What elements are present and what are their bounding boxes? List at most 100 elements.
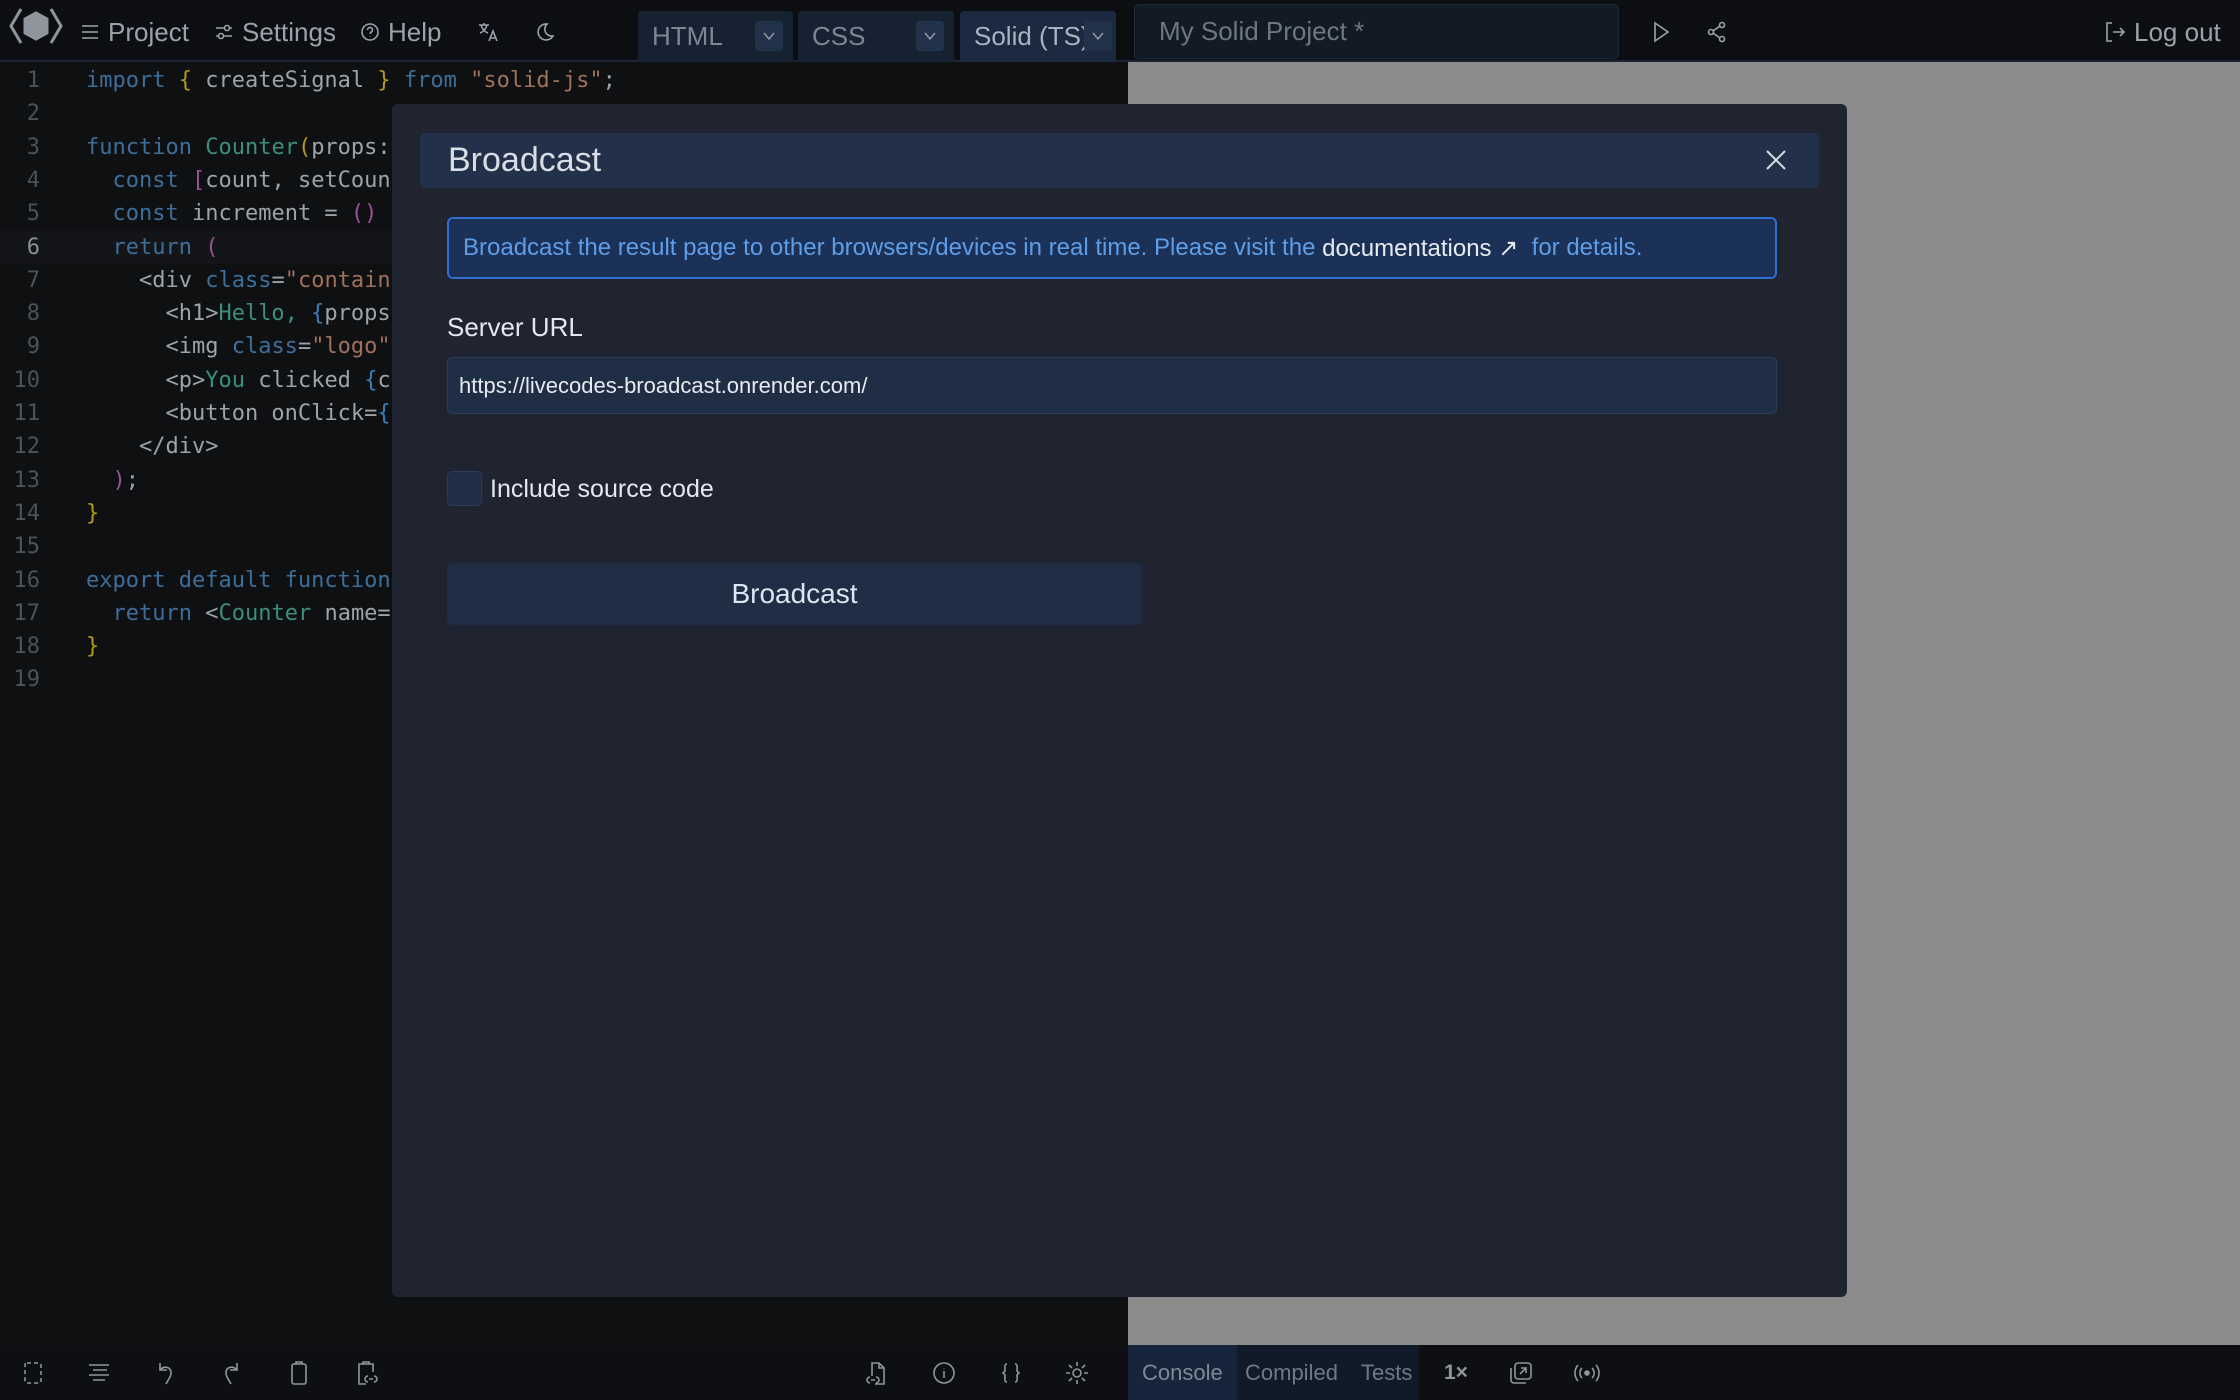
code-line[interactable]: 10 <p>You clicked {c	[0, 364, 391, 397]
line-number: 12	[13, 434, 41, 460]
code-token: }	[86, 634, 100, 660]
code-line[interactable]: 5 const increment = ()	[0, 197, 378, 230]
code-text: }	[86, 634, 99, 659]
code-line[interactable]: 14}	[0, 497, 100, 530]
code-token: return	[112, 234, 192, 260]
line-number: 6	[26, 234, 40, 260]
line-number: 5	[26, 201, 40, 227]
code-line[interactable]: 12 </div>	[0, 430, 219, 463]
tab-compiled[interactable]: Compiled	[1231, 1345, 1352, 1400]
code-line[interactable]: 8 <h1>Hello, {props	[0, 297, 391, 330]
chevron-down-icon[interactable]	[916, 21, 944, 51]
tab-style[interactable]: CSS	[798, 11, 954, 62]
focus-mode-button[interactable]	[19, 1359, 47, 1387]
server-url-input[interactable]	[447, 357, 1777, 414]
chevron-down-icon[interactable]	[1084, 21, 1112, 51]
code-line[interactable]: 4 const [count, setCoun	[0, 164, 391, 197]
translate-icon	[479, 23, 498, 42]
gear-icon	[1066, 1362, 1088, 1384]
code-line[interactable]: 16 export default function	[0, 564, 391, 597]
line-number: 17	[13, 600, 41, 626]
custom-settings-button[interactable]	[997, 1359, 1025, 1387]
project-info-button[interactable]	[930, 1359, 958, 1387]
code-text: return <Counter name=	[86, 601, 391, 626]
code-token: function	[86, 134, 192, 160]
code-line[interactable]: 9 <img class="logo"	[0, 330, 391, 363]
code-token: Counter	[205, 134, 298, 160]
code-text: return (	[86, 234, 219, 260]
code-line[interactable]: 13 );	[0, 464, 140, 497]
clipboard-link-icon	[358, 1361, 378, 1385]
include-source-checkbox[interactable]	[447, 471, 482, 506]
redo-icon	[225, 1363, 238, 1385]
code-text: export default function	[86, 568, 391, 593]
code-text: <button onClick={	[86, 401, 391, 426]
code-token: clicked	[244, 367, 365, 393]
code-line[interactable]: 15	[0, 530, 41, 563]
code-line[interactable]: 11 <button onClick={	[0, 397, 391, 430]
copy-as-url-button[interactable]	[352, 1359, 380, 1387]
run-button[interactable]	[1650, 12, 1672, 52]
file-link-icon	[866, 1362, 885, 1385]
logout-button[interactable]: Log out	[2104, 12, 2221, 52]
code-line[interactable]: 17 return <Counter name=	[0, 597, 391, 630]
code-token: c	[377, 367, 391, 393]
line-number: 9	[26, 334, 40, 360]
code-token: <button onClick=	[86, 401, 378, 426]
format-button[interactable]	[85, 1359, 113, 1387]
chevron-down-icon[interactable]	[755, 21, 783, 51]
code-token: {	[364, 367, 378, 393]
undo-button[interactable]	[152, 1359, 180, 1387]
external-resources-button[interactable]	[863, 1359, 891, 1387]
code-token: {	[377, 401, 391, 426]
line-number: 16	[13, 567, 41, 593]
focus-icon	[24, 1362, 42, 1384]
code-line[interactable]: 7 <div class="contain	[0, 264, 391, 297]
line-number: 3	[26, 134, 40, 160]
line-number: 10	[13, 367, 41, 393]
broadcast-button-toolbar[interactable]	[1573, 1359, 1601, 1387]
code-line[interactable]: 2	[0, 97, 40, 130]
zoom-button[interactable]: 1×	[1430, 1345, 1482, 1400]
broadcast-button[interactable]: Broadcast	[447, 563, 1142, 625]
copy-button[interactable]	[285, 1359, 313, 1387]
code-line[interactable]: 1 import { createSignal } from "solid-js"…	[0, 64, 616, 97]
theme-toggle[interactable]	[534, 12, 556, 52]
code-token: ;	[602, 68, 616, 93]
settings-menu[interactable]: Settings	[214, 12, 336, 52]
project-menu[interactable]: Project	[80, 12, 189, 52]
line-number: 8	[26, 301, 40, 327]
code-text: <h1>Hello, {props	[86, 301, 390, 326]
dialog-title: Broadcast	[448, 141, 602, 179]
share-button[interactable]	[1706, 12, 1728, 52]
tab-tests[interactable]: Tests	[1347, 1345, 1426, 1400]
tab-markup[interactable]: HTML	[638, 11, 793, 62]
code-token: <	[191, 600, 219, 626]
help-menu[interactable]: Help	[360, 12, 441, 52]
undo-icon	[159, 1363, 172, 1385]
open-new-window-button[interactable]	[1507, 1359, 1535, 1387]
language-button[interactable]	[476, 12, 500, 52]
logo[interactable]	[7, 6, 65, 46]
tab-script[interactable]: Solid (TS)	[960, 11, 1116, 62]
code-line[interactable]: 3 function Counter(props:	[0, 131, 391, 164]
include-source-label[interactable]: Include source code	[490, 475, 714, 504]
project-title-input[interactable]: My Solid Project *	[1134, 4, 1619, 59]
code-token: <img	[86, 334, 232, 360]
tab-console[interactable]: Console	[1128, 1345, 1237, 1400]
code-line[interactable]: 19	[0, 663, 41, 696]
code-token: )	[112, 467, 126, 493]
code-line[interactable]: 18}	[0, 630, 100, 663]
redo-button[interactable]	[217, 1359, 245, 1387]
editor-settings-button[interactable]	[1063, 1359, 1091, 1387]
code-token: "logo"	[311, 334, 391, 360]
line-number: 19	[13, 667, 41, 693]
documentation-link[interactable]: documentations ↗	[1322, 234, 1518, 263]
logout-label: Log out	[2134, 16, 2221, 47]
external-window-icon	[1510, 1362, 1532, 1384]
close-button[interactable]	[1761, 145, 1791, 175]
line-number: 13	[13, 467, 41, 493]
info-icon	[933, 1362, 955, 1384]
